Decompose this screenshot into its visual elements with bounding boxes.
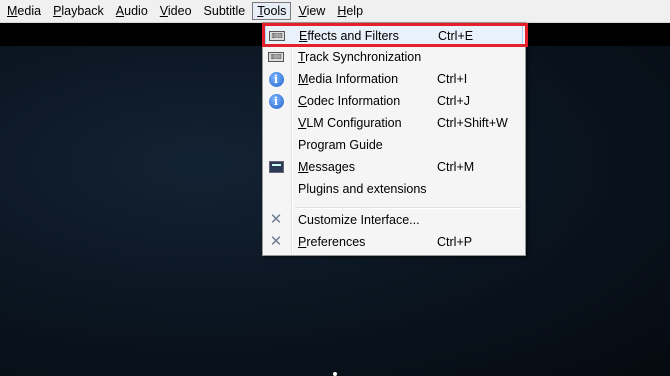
menu-playback[interactable]: Playback: [48, 2, 109, 20]
menu-video[interactable]: Video: [155, 2, 197, 20]
menu-item-label: Customize Interface...: [298, 213, 420, 227]
menu-audio[interactable]: Audio: [111, 2, 153, 20]
menu-view[interactable]: View: [293, 2, 330, 20]
tools-dropdown-menu: ▥▥ Effects and Filters Ctrl+E ▥▥ Track S…: [262, 22, 526, 256]
menu-item-label: Program Guide: [298, 138, 383, 152]
menu-item-shortcut: Ctrl+Shift+W: [437, 116, 508, 130]
menu-bar: Media Playback Audio Video Subtitle Tool…: [0, 0, 670, 23]
menu-item-label: Effects and Filters: [299, 29, 399, 43]
menu-item-shortcut: Ctrl+E: [438, 29, 474, 43]
menu-item-codec-information[interactable]: i Codec Information Ctrl+J: [265, 90, 523, 112]
seek-indicator: [333, 372, 337, 376]
menu-item-label: VLM Configuration: [298, 116, 402, 130]
menu-item-effects-and-filters[interactable]: ▥▥ Effects and Filters Ctrl+E: [265, 24, 523, 46]
menu-item-media-information[interactable]: i Media Information Ctrl+I: [265, 68, 523, 90]
info-icon: i: [268, 71, 284, 87]
menu-item-label: Messages: [298, 160, 355, 174]
menu-item-label: Codec Information: [298, 94, 401, 108]
menu-item-messages[interactable]: Messages Ctrl+M: [265, 156, 523, 178]
menu-help[interactable]: Help: [332, 2, 368, 20]
menu-item-track-synchronization[interactable]: ▥▥ Track Synchronization: [265, 46, 523, 68]
menu-item-label: Preferences: [298, 235, 366, 249]
menu-item-shortcut: Ctrl+M: [437, 160, 475, 174]
menu-media[interactable]: Media: [2, 2, 46, 20]
menu-item-customize-interface[interactable]: ✕ Customize Interface...: [265, 209, 523, 231]
menu-item-preferences[interactable]: ✕ Preferences Ctrl+P: [265, 231, 523, 253]
menu-subtitle[interactable]: Subtitle: [199, 2, 251, 20]
menu-item-shortcut: Ctrl+J: [437, 94, 470, 108]
equalizer-icon: ▥▥: [269, 28, 285, 44]
menu-item-vlm-configuration[interactable]: VLM Configuration Ctrl+Shift+W: [265, 112, 523, 134]
menu-item-label: Media Information: [298, 72, 399, 86]
tools-icon: ✕: [269, 233, 283, 250]
terminal-icon: [268, 159, 284, 175]
menu-item-label: Track Synchronization: [298, 50, 422, 64]
menu-item-shortcut: Ctrl+I: [437, 72, 468, 86]
menu-item-shortcut: Ctrl+P: [437, 235, 473, 249]
menu-item-program-guide[interactable]: Program Guide: [265, 134, 523, 156]
menu-item-plugins-and-extensions[interactable]: Plugins and extensions: [265, 178, 523, 200]
equalizer-icon: ▥▥: [268, 49, 284, 65]
info-icon: i: [268, 93, 284, 109]
menu-item-label: Plugins and extensions: [298, 182, 427, 196]
menu-tools[interactable]: Tools: [252, 2, 292, 20]
tools-icon: ✕: [269, 211, 283, 228]
